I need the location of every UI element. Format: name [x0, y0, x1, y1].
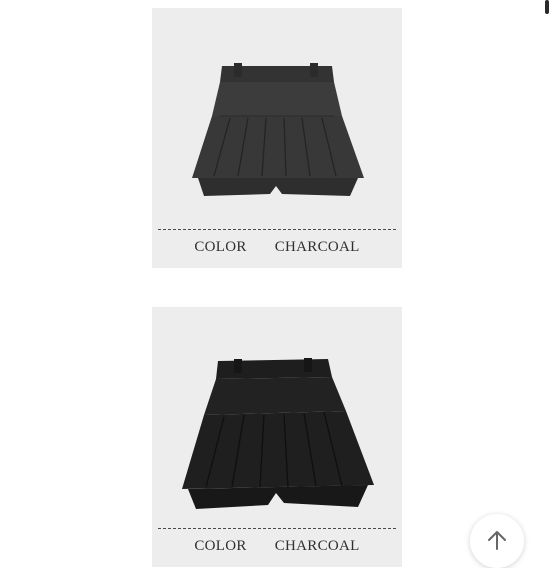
- dashed-divider: [158, 528, 396, 529]
- product-image-skort: [182, 358, 374, 509]
- scroll-to-top-button[interactable]: [470, 514, 524, 568]
- color-label: COLOR: [194, 239, 247, 255]
- product-image-skort: [192, 63, 364, 196]
- dashed-divider: [158, 229, 396, 230]
- arrow-up-icon: [488, 531, 506, 550]
- color-row: COLOR CHARCOAL: [152, 239, 402, 256]
- scrollbar-thumb[interactable]: [545, 0, 549, 14]
- product-card: COLOR CHARCOAL: [152, 307, 402, 567]
- color-label: COLOR: [194, 538, 247, 554]
- color-value: CHARCOAL: [274, 538, 360, 554]
- color-row: COLOR CHARCOAL: [152, 538, 402, 555]
- product-card: COLOR CHARCOAL: [152, 8, 402, 268]
- color-value: CHARCOAL: [274, 239, 360, 255]
